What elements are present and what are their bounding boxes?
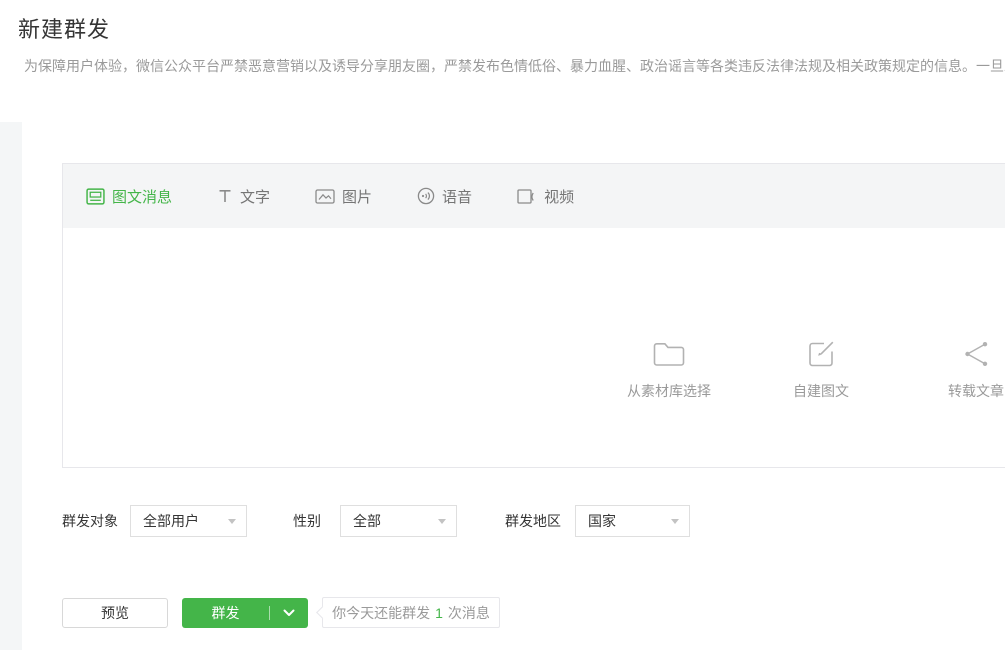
region-select[interactable]: 国家 (575, 505, 690, 537)
send-target-label: 群发对象 (62, 505, 118, 537)
main-area: 图文消息 文字 (0, 122, 1005, 650)
region-label: 群发地区 (505, 505, 561, 537)
option-select-from-library[interactable]: 从素材库选择 (627, 339, 711, 401)
select-value: 全部用户 (143, 511, 199, 531)
select-value: 全部 (353, 511, 381, 531)
gender-label: 性别 (293, 505, 321, 537)
option-create-article[interactable]: 自建图文 (793, 339, 849, 401)
share-icon (963, 339, 990, 369)
warning-text: 为保障用户体验，微信公众平台严禁恶意营销以及诱导分享朋友圈，严禁发布色情低俗、暴… (24, 56, 1005, 76)
chevron-down-icon (283, 609, 295, 617)
option-repost-article[interactable]: 转载文章 (948, 339, 1004, 401)
image-icon (315, 188, 335, 205)
card-content: 从素材库选择 自建图文 (63, 228, 1005, 467)
tab-text[interactable]: 文字 (217, 186, 270, 207)
send-options-toggle[interactable] (270, 609, 308, 617)
message-type-tab-bar: 图文消息 文字 (63, 164, 1005, 228)
quota-tooltip: 你今天还能群发 1 次消息 (322, 597, 500, 628)
caret-down-icon (438, 519, 446, 524)
tab-label: 视频 (544, 186, 574, 207)
send-button-label: 群发 (182, 603, 269, 623)
page-title: 新建群发 (18, 12, 110, 44)
caret-down-icon (228, 519, 236, 524)
article-icon (86, 187, 105, 206)
tab-news-message[interactable]: 图文消息 (86, 186, 172, 207)
folder-icon (652, 339, 686, 369)
tab-label: 图文消息 (112, 186, 172, 207)
select-value: 国家 (588, 511, 616, 531)
tab-video[interactable]: 视频 (517, 186, 574, 207)
message-card: 图文消息 文字 (62, 163, 1005, 468)
compose-icon (806, 339, 836, 369)
tab-voice[interactable]: 语音 (417, 186, 472, 207)
tab-label: 语音 (442, 186, 472, 207)
tab-label: 图片 (342, 186, 372, 207)
gender-select[interactable]: 全部 (340, 505, 457, 537)
option-label: 自建图文 (793, 381, 849, 401)
page-header: 新建群发 为保障用户体验，微信公众平台严禁恶意营销以及诱导分享朋友圈，严禁发布色… (0, 0, 1005, 122)
tab-image[interactable]: 图片 (315, 186, 372, 207)
send-target-select[interactable]: 全部用户 (130, 505, 247, 537)
caret-down-icon (671, 519, 679, 524)
preview-button[interactable]: 预览 (62, 598, 168, 628)
tab-label: 文字 (240, 186, 270, 207)
send-button[interactable]: 群发 (182, 598, 308, 628)
content-panel: 图文消息 文字 (22, 122, 1005, 650)
quota-prefix: 你今天还能群发 (332, 603, 430, 623)
option-label: 转载文章 (948, 381, 1004, 401)
option-label: 从素材库选择 (627, 381, 711, 401)
text-icon (217, 188, 233, 204)
quota-suffix: 次消息 (448, 603, 490, 623)
video-icon (517, 188, 537, 205)
quota-count: 1 (435, 605, 443, 621)
voice-icon (417, 187, 435, 205)
